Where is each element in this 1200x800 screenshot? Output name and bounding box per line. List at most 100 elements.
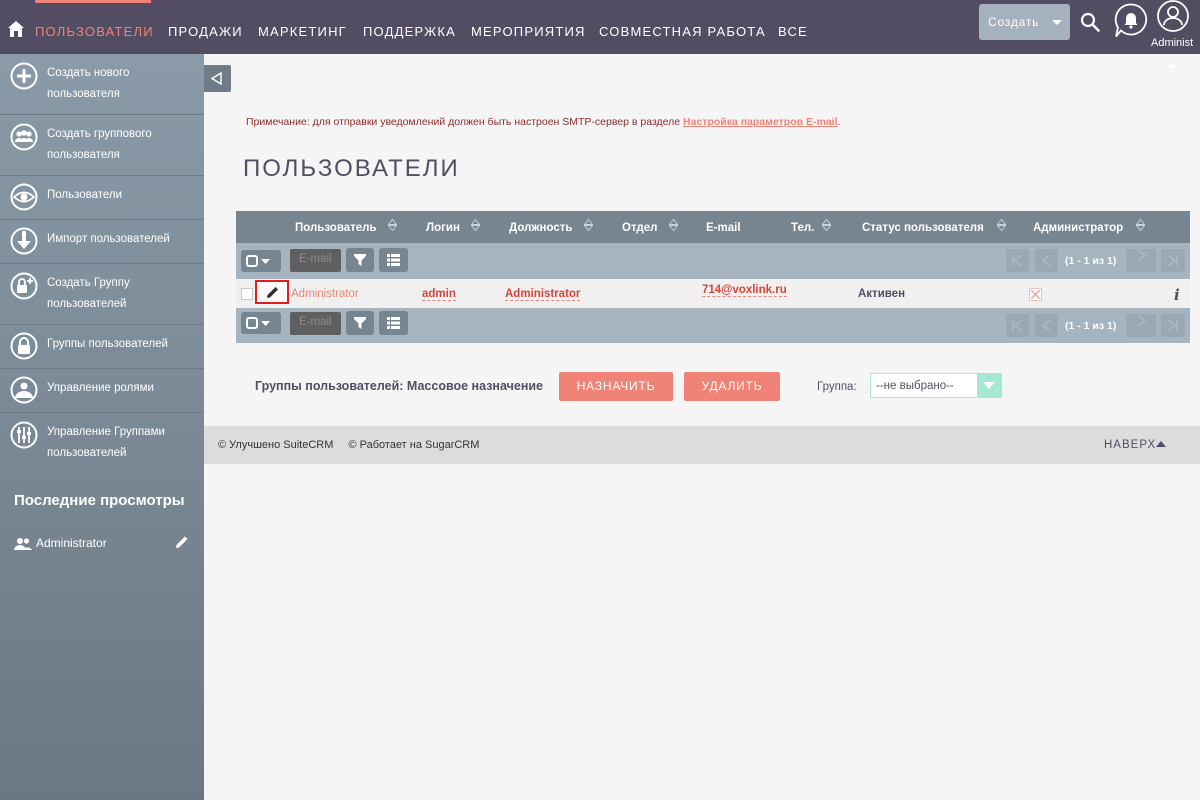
bulk-select-dropdown[interactable] [241, 312, 281, 334]
user-menu-caret-icon[interactable] [1168, 65, 1176, 69]
nav-item-events[interactable]: МЕРОПРИЯТИЯ [471, 24, 586, 39]
sidebar-item-label: Пользователи [47, 189, 123, 201]
sidebar-item-users[interactable]: Пользователи [0, 176, 204, 220]
create-button[interactable]: Создать [979, 4, 1070, 40]
column-header-admin[interactable]: Администратор [1033, 222, 1123, 234]
first-page-icon [1012, 255, 1023, 266]
next-page-button[interactable] [1126, 314, 1156, 337]
nav-item-collaboration[interactable]: СОВМЕСТНАЯ РАБОТА [599, 24, 766, 39]
column-header-department[interactable]: Отдел [622, 222, 657, 234]
bulk-select-dropdown[interactable] [241, 250, 281, 272]
cell-login[interactable]: admin [422, 288, 456, 301]
cross-icon [1031, 290, 1040, 299]
info-icon[interactable]: i [1174, 286, 1180, 304]
search-icon[interactable] [1080, 12, 1100, 32]
sidebar-item-create-group-user[interactable]: Создать группового пользователя [0, 115, 204, 176]
sort-icon[interactable] [997, 219, 1006, 231]
nav-item-support[interactable]: ПОДДЕРЖКА [363, 24, 456, 39]
sidebar-item-label: Создать Группу пользователей [47, 277, 130, 310]
nav-item-marketing[interactable]: МАРКЕТИНГ [258, 24, 347, 39]
filter-button[interactable] [346, 248, 374, 272]
column-header-user[interactable]: Пользователь [295, 222, 377, 234]
sidebar: Создать нового пользователя Создать груп… [0, 54, 204, 800]
checkbox-chevron-icon [246, 317, 270, 329]
roles-icon [10, 376, 38, 404]
group-select-value: --не выбрано-- [876, 380, 954, 392]
last-page-button[interactable] [1161, 249, 1185, 272]
sort-icon[interactable] [1136, 219, 1145, 231]
column-header-status[interactable]: Статус пользователя [862, 222, 984, 234]
list-toolbar-top: E-mail (1 - 1 из 1) [236, 243, 1190, 279]
recently-viewed-title: Последние просмотры [14, 492, 185, 509]
sidebar-item-create-user[interactable]: Создать нового пользователя [0, 54, 204, 115]
sugarcrm-credit-link[interactable]: © Работает на SugarCRM [348, 439, 479, 451]
column-chooser-button[interactable] [379, 311, 408, 335]
delete-button[interactable]: УДАЛИТЬ [684, 372, 780, 401]
sidebar-item-import-users[interactable]: Импорт пользователей [0, 220, 204, 264]
suitecrm-credit-link[interactable]: © Улучшено SuiteCRM [218, 439, 333, 451]
row-checkbox[interactable] [241, 288, 253, 300]
sidebar-item-security-groups[interactable]: Группы пользователей [0, 325, 204, 369]
cell-user-name[interactable]: Administrator [291, 288, 359, 300]
user-avatar-icon[interactable] [1157, 0, 1189, 32]
assign-button[interactable]: НАЗНАЧИТЬ [559, 372, 673, 401]
column-header-phone[interactable]: Тел. [791, 222, 814, 234]
sidebar-item-create-security-group[interactable]: Создать Группу пользователей [0, 264, 204, 325]
user-menu-name[interactable]: Administ [1151, 37, 1193, 49]
admin-checkbox-unchecked [1029, 288, 1042, 301]
next-page-button[interactable] [1126, 249, 1156, 272]
pencil-icon[interactable] [175, 535, 189, 549]
previous-page-button[interactable] [1035, 314, 1058, 337]
column-header-title[interactable]: Должность [509, 222, 572, 234]
nav-item-users[interactable]: ПОЛЬЗОВАТЕЛИ [35, 24, 154, 39]
sidebar-item-label: Управление Группами пользователей [47, 426, 165, 459]
sort-icon[interactable] [388, 219, 397, 231]
sort-icon[interactable] [471, 219, 480, 231]
sidebar-item-label: Создать нового пользователя [47, 67, 130, 100]
plus-circle-icon [10, 62, 38, 90]
sidebar-item-role-management[interactable]: Управление ролями [0, 369, 204, 413]
create-button-label: Создать [988, 15, 1040, 29]
chevron-left-icon [1042, 320, 1051, 331]
nav-item-sales[interactable]: ПРОДАЖИ [168, 24, 243, 39]
users-icon [14, 538, 32, 550]
table-header: Пользователь Логин Должность Отдел E-mai… [236, 211, 1190, 243]
pagination-text: (1 - 1 из 1) [1065, 255, 1117, 267]
back-to-top-link[interactable]: НАВЕРХ [1104, 439, 1156, 451]
group-select[interactable]: --не выбрано-- [870, 373, 1002, 398]
notifications-bell-icon[interactable] [1114, 3, 1148, 39]
email-action-button[interactable]: E-mail [290, 312, 341, 335]
chevron-down-icon [1052, 20, 1062, 25]
sort-icon[interactable] [822, 219, 831, 231]
last-page-icon [1167, 255, 1178, 266]
first-page-icon [1012, 320, 1023, 331]
first-page-button[interactable] [1006, 314, 1029, 337]
triangle-left-icon [210, 72, 222, 85]
email-action-button[interactable]: E-mail [290, 249, 341, 272]
lock-icon [10, 332, 38, 360]
filter-button[interactable] [346, 311, 374, 335]
cell-status: Активен [858, 288, 906, 300]
filter-icon [354, 317, 366, 329]
column-header-email[interactable]: E-mail [706, 222, 741, 234]
column-chooser-button[interactable] [379, 248, 408, 272]
email-settings-link[interactable]: Настройка параметров E-mail [683, 116, 837, 128]
home-icon[interactable] [7, 20, 25, 38]
table-row: Administrator admin Administrator 714@vo… [236, 280, 1190, 308]
column-header-login[interactable]: Логин [426, 222, 460, 234]
footer-credits: © Улучшено SuiteCRM © Работает на SugarC… [218, 439, 491, 451]
recent-item-administrator[interactable]: Administrator [36, 536, 107, 550]
sidebar-item-security-group-management[interactable]: Управление Группами пользователей [0, 413, 204, 474]
sidebar-collapse-button[interactable] [204, 65, 231, 92]
sort-icon[interactable] [669, 219, 678, 231]
first-page-button[interactable] [1006, 249, 1029, 272]
nav-item-all[interactable]: ВСЕ [778, 24, 808, 39]
group-users-icon [10, 123, 38, 151]
row-edit-button[interactable] [255, 280, 289, 304]
cell-title[interactable]: Administrator [505, 288, 581, 301]
checkbox-chevron-icon [246, 255, 270, 267]
sort-icon[interactable] [584, 219, 593, 231]
previous-page-button[interactable] [1035, 249, 1058, 272]
last-page-button[interactable] [1161, 314, 1185, 337]
cell-email[interactable]: 714@voxlink.ru [702, 284, 787, 297]
